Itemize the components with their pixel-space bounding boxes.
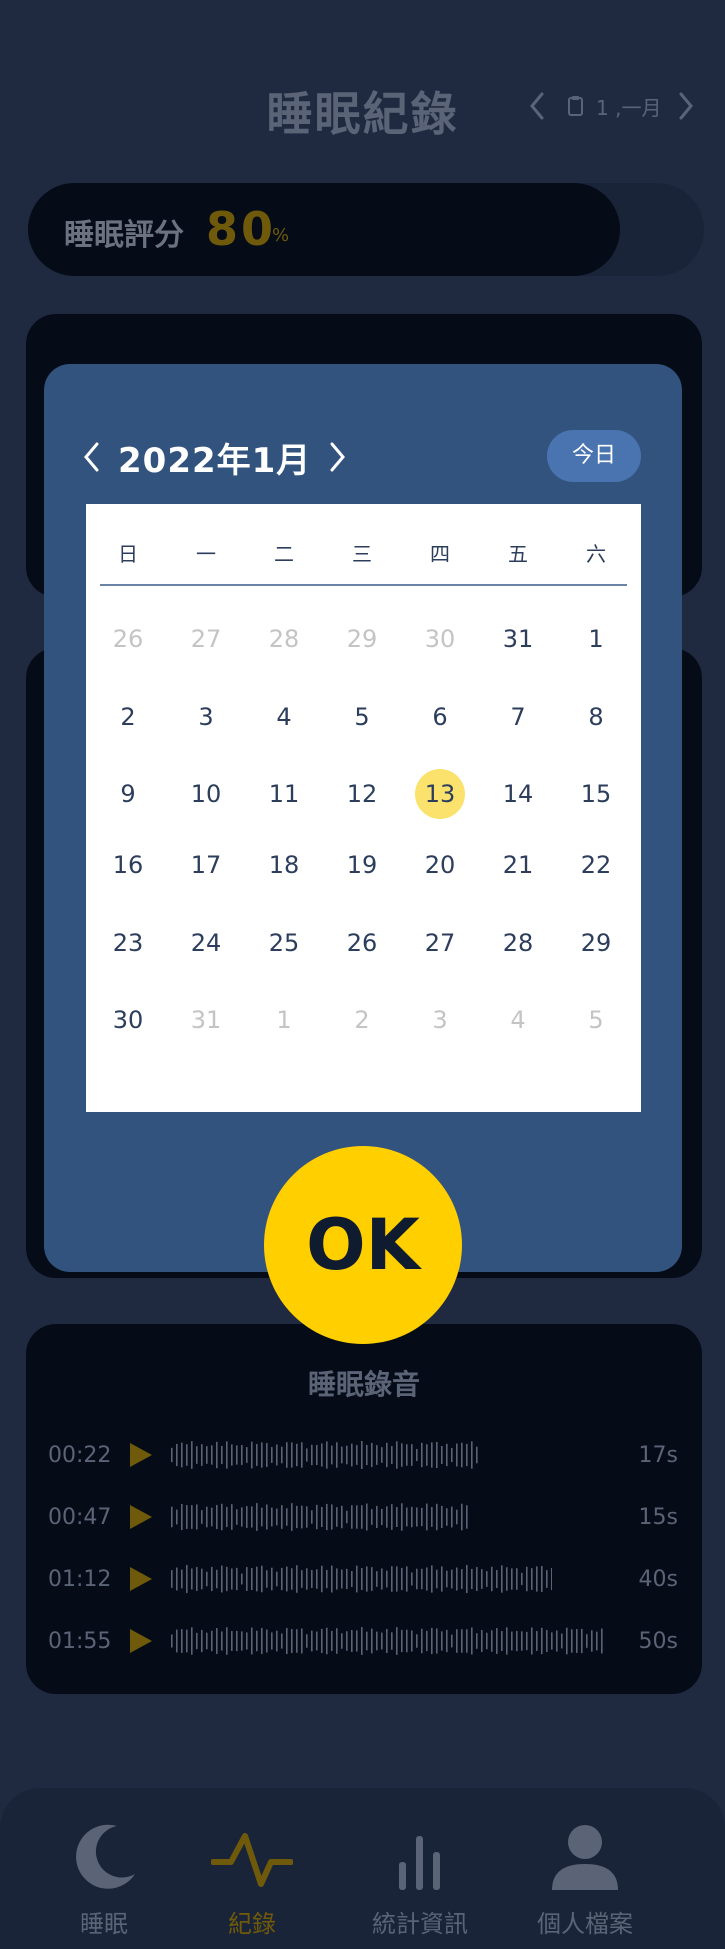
calendar-day[interactable]: 14 [493, 769, 543, 819]
recording-row[interactable]: 00:47 15s [48, 1497, 678, 1537]
date-navigator: 1 ,一月 [528, 88, 695, 124]
nav-item-records[interactable]: 紀錄 [172, 1818, 332, 1939]
waveform-icon [171, 1503, 468, 1531]
nav-item-sleep[interactable]: 睡眠 [24, 1818, 184, 1939]
calendar-day[interactable]: 27 [415, 918, 465, 968]
calendar-day[interactable]: 24 [181, 918, 231, 968]
weekday-label: 六 [586, 542, 606, 566]
weekday-label: 日 [118, 542, 138, 566]
waveform-icon [171, 1565, 552, 1593]
weekday-label: 五 [508, 542, 528, 566]
pulse-icon [211, 1833, 293, 1887]
prev-month-icon[interactable] [80, 440, 102, 474]
play-icon[interactable] [130, 1505, 152, 1529]
nav-label-stats: 統計資訊 [372, 1910, 468, 1938]
moon-icon [76, 1824, 135, 1889]
calendar-day[interactable]: 28 [259, 614, 309, 664]
nav-item-stats[interactable]: 統計資訊 [340, 1818, 500, 1939]
recording-time: 01:12 [48, 1566, 112, 1592]
recording-time: 00:47 [48, 1504, 112, 1530]
calendar-day[interactable]: 30 [103, 995, 153, 1045]
user-icon [552, 1825, 618, 1890]
today-button[interactable]: 今日 [547, 430, 641, 482]
calendar-day[interactable]: 31 [181, 995, 231, 1045]
calendar-day[interactable]: 16 [103, 840, 153, 890]
next-month-icon[interactable] [327, 440, 349, 474]
calendar-day[interactable]: 29 [571, 918, 621, 968]
score-value: 80 [206, 202, 277, 256]
calendar-day[interactable]: 1 [571, 614, 621, 664]
calendar-day[interactable]: 30 [415, 614, 465, 664]
play-icon[interactable] [130, 1443, 152, 1467]
calendar-day[interactable]: 31 [493, 614, 543, 664]
calendar-day[interactable]: 10 [181, 769, 231, 819]
chevron-left-icon[interactable] [528, 91, 546, 121]
calendar-day[interactable]: 7 [493, 692, 543, 742]
calendar-day[interactable]: 15 [571, 769, 621, 819]
nav-label-records: 紀錄 [228, 1910, 276, 1938]
recordings-title: 睡眠錄音 [307, 1368, 420, 1401]
calendar-day[interactable]: 9 [103, 769, 153, 819]
calendar-day[interactable]: 8 [571, 692, 621, 742]
calendar-day[interactable]: 11 [259, 769, 309, 819]
score-label: 睡眠評分 [64, 218, 184, 253]
calendar-day[interactable]: 12 [337, 769, 387, 819]
calendar-day[interactable]: 25 [259, 918, 309, 968]
calendar-day[interactable]: 4 [493, 995, 543, 1045]
calendar-day[interactable]: 18 [259, 840, 309, 890]
calendar-day[interactable]: 29 [337, 614, 387, 664]
nav-label-profile: 個人檔案 [537, 1910, 633, 1938]
date-label: 1 ,一月 [596, 95, 662, 120]
nav-item-profile[interactable]: 個人檔案 [505, 1818, 665, 1939]
calendar-header: 2022年1月 [80, 432, 349, 482]
weekday-label: 三 [352, 542, 372, 566]
weekday-label: 一 [196, 542, 216, 566]
play-icon[interactable] [130, 1629, 152, 1653]
recording-row[interactable]: 00:22 17s [48, 1435, 678, 1475]
score-unit: % [272, 225, 290, 246]
calendar-day[interactable]: 28 [493, 918, 543, 968]
weekday-label: 四 [430, 542, 450, 566]
recording-row[interactable]: 01:55 50s [48, 1621, 678, 1661]
chevron-right-icon[interactable] [677, 91, 695, 121]
recording-duration: 17s [638, 1442, 678, 1468]
calendar-day[interactable]: 22 [571, 840, 621, 890]
calendar-day[interactable]: 26 [103, 614, 153, 664]
calendar-grid: 日一二三四五六 26 27 28 29 30 31 1 2 3 4 5 6 7 8 9 10 11 12 13 14 15… [86, 504, 641, 1112]
calendar-day[interactable]: 17 [181, 840, 231, 890]
calendar-day[interactable]: 2 [337, 995, 387, 1045]
recording-time: 00:22 [48, 1442, 112, 1468]
recording-time: 01:55 [48, 1628, 112, 1654]
calendar-day[interactable]: 23 [103, 918, 153, 968]
recording-duration: 50s [638, 1628, 678, 1654]
ok-button[interactable]: OK [264, 1146, 462, 1344]
calendar-day[interactable]: 6 [415, 692, 465, 742]
waveform-icon [171, 1441, 478, 1469]
calendar-day[interactable]: 19 [337, 840, 387, 890]
calendar-day[interactable]: 4 [259, 692, 309, 742]
weekday-label: 二 [274, 542, 294, 566]
nav-label-sleep: 睡眠 [80, 1910, 128, 1938]
calendar-day[interactable]: 27 [181, 614, 231, 664]
calendar-day[interactable]: 21 [493, 840, 543, 890]
calendar-day[interactable]: 3 [181, 692, 231, 742]
recording-row[interactable]: 01:12 40s [48, 1559, 678, 1599]
clipboard-icon [568, 96, 583, 116]
calendar-day[interactable]: 5 [337, 692, 387, 742]
play-icon[interactable] [130, 1567, 152, 1591]
weekday-divider [100, 584, 627, 586]
recording-duration: 40s [638, 1566, 678, 1592]
calendar-day[interactable]: 26 [337, 918, 387, 968]
recording-duration: 15s [638, 1504, 678, 1530]
calendar-day[interactable]: 20 [415, 840, 465, 890]
calendar-day[interactable]: 3 [415, 995, 465, 1045]
bar-chart-icon [399, 1836, 440, 1890]
calendar-day[interactable]: 5 [571, 995, 621, 1045]
calendar-day[interactable]: 1 [259, 995, 309, 1045]
calendar-month-label: 2022年1月 [118, 440, 312, 481]
calendar-day-selected[interactable]: 13 [415, 769, 465, 819]
calendar-day[interactable]: 2 [103, 692, 153, 742]
waveform-icon [171, 1627, 603, 1655]
